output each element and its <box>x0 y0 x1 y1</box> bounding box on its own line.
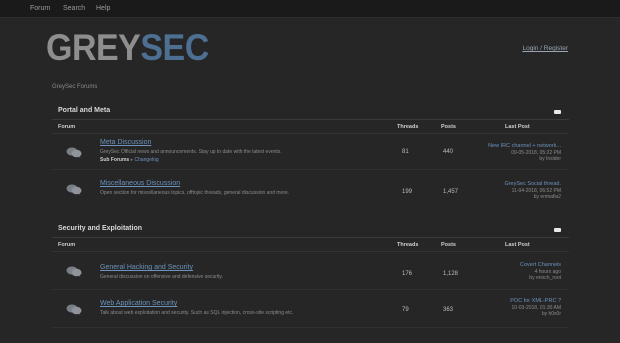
sub-forums: Sub Forums ▸ Changelog <box>100 157 159 163</box>
forum-description: Talk about web exploitation and security… <box>100 310 294 316</box>
last-post-title[interactable]: New IRC channel + network... <box>488 143 561 150</box>
col-forum: Forum <box>58 242 76 248</box>
logo-grey-text: GREY <box>46 27 141 69</box>
nav-forum-link[interactable]: Forum <box>30 5 50 12</box>
forum-bubble-icon <box>66 147 82 158</box>
col-last-post: Last Post <box>505 242 530 248</box>
col-threads: Threads <box>397 124 419 130</box>
nav-help-link[interactable]: Help <box>96 5 110 12</box>
category-title: Security and Exploitation <box>58 225 143 232</box>
sub-forums-label: Sub Forums <box>100 157 130 163</box>
forum-row: General Hacking and Security General dis… <box>52 252 569 290</box>
collapse-icon[interactable] <box>554 228 561 232</box>
forum-name-link[interactable]: Miscellaneous Discussion <box>100 180 180 187</box>
post-count: 363 <box>443 307 454 313</box>
forum-row: Web Application Security Talk about web … <box>52 290 569 328</box>
forum-name-link[interactable]: Web Application Security <box>100 300 177 307</box>
category-header: Security and Exploitation <box>52 224 569 238</box>
last-post-author[interactable]: by h0x0r <box>510 311 561 318</box>
forum-bubble-icon <box>66 184 82 195</box>
forum-description: General discussion on offensive and defe… <box>100 274 223 280</box>
last-post-author[interactable]: by enmafia2 <box>504 194 561 201</box>
last-post: New IRC channel + network... 09-05-2018,… <box>488 143 561 163</box>
last-post-author[interactable]: by Insider <box>488 156 561 163</box>
category-title: Portal and Meta <box>58 107 111 114</box>
thread-count: 176 <box>402 271 413 277</box>
forum-description: Open section for miscellaneous topics, o… <box>100 190 290 196</box>
forum-description: GreySec Official news and announcements.… <box>100 149 282 155</box>
post-count: 1,128 <box>443 271 459 277</box>
post-count: 1,457 <box>443 189 459 195</box>
col-posts: Posts <box>441 242 456 248</box>
nav-search-link[interactable]: Search <box>63 5 85 12</box>
forum-row: Meta Discussion GreySec Official news an… <box>52 134 569 170</box>
logo-sec-text: SEC <box>140 27 209 69</box>
forum-row: Miscellaneous Discussion Open section fo… <box>52 170 569 207</box>
thread-count: 79 <box>402 307 409 313</box>
last-post-title[interactable]: GreySec Social thread. <box>504 181 561 188</box>
last-post: Covert Channels 4 hours ago by enoch_roo… <box>520 262 561 282</box>
forum-name-link[interactable]: General Hacking and Security <box>100 264 193 271</box>
thread-count: 199 <box>402 189 413 195</box>
col-last-post: Last Post <box>505 124 530 130</box>
forum-bubble-icon <box>66 304 82 315</box>
forum-name-link[interactable]: Meta Discussion <box>100 139 151 146</box>
col-posts: Posts <box>441 124 456 130</box>
collapse-icon[interactable] <box>554 110 561 114</box>
column-headers: Forum Threads Posts Last Post <box>52 120 569 134</box>
col-forum: Forum <box>58 124 76 130</box>
post-count: 440 <box>443 149 454 155</box>
last-post-title[interactable]: Covert Channels <box>520 262 561 269</box>
login-register-link[interactable]: Login / Register <box>522 45 568 52</box>
last-post: GreySec Social thread. 11-04-2018, 06:52… <box>504 181 561 201</box>
category-header: Portal and Meta <box>52 106 569 120</box>
category-portal-and-meta: Portal and Meta Forum Threads Posts Last… <box>52 106 569 207</box>
top-nav-bar: Forum Search Help <box>0 0 620 18</box>
col-threads: Threads <box>397 242 419 248</box>
sub-forum-link[interactable]: Changelog <box>134 157 158 163</box>
forum-bubble-icon <box>66 266 82 277</box>
column-headers: Forum Threads Posts Last Post <box>52 238 569 252</box>
last-post-author[interactable]: by enoch_root <box>520 275 561 282</box>
category-security-and-exploitation: Security and Exploitation Forum Threads … <box>52 224 569 328</box>
last-post: POC for XML-PRC ? 10-03-2018, 01:30 AM b… <box>510 298 561 318</box>
breadcrumb[interactable]: GreySec Forums <box>52 84 97 90</box>
last-post-title[interactable]: POC for XML-PRC ? <box>510 298 561 305</box>
site-logo[interactable]: GREYSEC <box>46 30 209 67</box>
thread-count: 81 <box>402 149 409 155</box>
